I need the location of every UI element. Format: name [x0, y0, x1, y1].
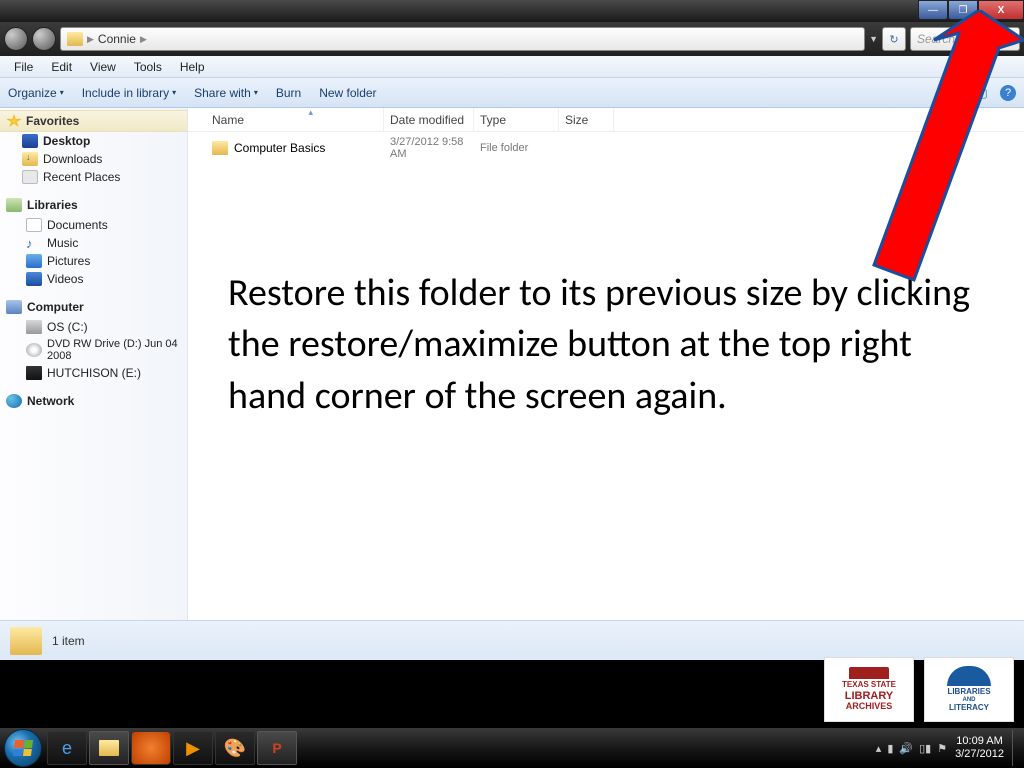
taskbar-powerpoint[interactable]: P: [257, 731, 297, 765]
share-with-button[interactable]: Share with▾: [194, 86, 258, 100]
navigation-pane: Favorites Desktop Downloads Recent Place…: [0, 108, 188, 620]
menu-file[interactable]: File: [6, 58, 41, 76]
file-name: Computer Basics: [234, 141, 325, 155]
libraries-literacy-logo: LIBRARIES AND LITERACY: [924, 657, 1014, 722]
usb-icon: [26, 366, 42, 380]
chevron-right-icon: ▶: [87, 34, 94, 45]
file-row[interactable]: Computer Basics 3/27/2012 9:58 AM File f…: [188, 132, 1024, 164]
minimize-button[interactable]: —: [918, 0, 948, 20]
new-folder-button[interactable]: New folder: [319, 86, 376, 100]
file-type: File folder: [474, 142, 559, 154]
burn-button[interactable]: Burn: [276, 86, 301, 100]
tray-clock[interactable]: 10:09 AM 3/27/2012: [955, 735, 1004, 761]
organize-button[interactable]: Organize▾: [8, 86, 64, 100]
tray-battery-icon[interactable]: ▮: [887, 742, 893, 755]
sidebar-item-hutchison-e[interactable]: HUTCHISON (E:): [0, 364, 187, 382]
sponsor-logos: TEXAS STATE LIBRARY ARCHIVES LIBRARIES A…: [824, 657, 1014, 722]
computer-icon: [6, 300, 22, 314]
taskbar-media-player[interactable]: ▶: [173, 731, 213, 765]
chevron-right-icon: ▶: [140, 34, 147, 45]
disk-icon: [26, 320, 42, 334]
instruction-text: Restore this folder to its previous size…: [228, 268, 984, 422]
search-icon: 🔍: [998, 32, 1013, 46]
pictures-icon: [26, 254, 42, 268]
refresh-button[interactable]: ↻: [882, 27, 906, 51]
document-icon: [26, 218, 42, 232]
close-button[interactable]: X: [978, 0, 1024, 20]
network-icon: [6, 394, 22, 408]
menu-help[interactable]: Help: [172, 58, 213, 76]
tray-flag-icon[interactable]: ⚑: [937, 742, 947, 755]
videos-icon: [26, 272, 42, 286]
sidebar-item-recent-places[interactable]: Recent Places: [0, 168, 187, 186]
taskbar-explorer[interactable]: [89, 731, 129, 765]
recent-icon: [22, 170, 38, 184]
cd-icon: [26, 343, 42, 357]
sidebar-item-dvd-d[interactable]: DVD RW Drive (D:) Jun 04 2008: [0, 336, 187, 364]
show-desktop-button[interactable]: [1012, 730, 1020, 766]
sidebar-item-pictures[interactable]: Pictures: [0, 252, 187, 270]
folder-icon: [212, 141, 228, 155]
taskbar-firefox[interactable]: [131, 731, 171, 765]
main-area: Favorites Desktop Downloads Recent Place…: [0, 108, 1024, 620]
sidebar-libraries-header[interactable]: Libraries: [0, 194, 187, 216]
tray-chevron-up-icon[interactable]: ▴: [876, 742, 882, 755]
column-header-name[interactable]: Name: [206, 108, 384, 131]
taskbar-ie[interactable]: e: [47, 731, 87, 765]
column-header-size[interactable]: Size: [559, 108, 614, 131]
tslac-logo: TEXAS STATE LIBRARY ARCHIVES: [824, 657, 914, 722]
taskbar: e ▶ 🎨 P ▴ ▮ 🔊 ▯▮ ⚑ 10:09 AM 3/27/2012: [0, 728, 1024, 768]
desktop-icon: [22, 134, 38, 148]
menu-tools[interactable]: Tools: [126, 58, 170, 76]
column-header-date[interactable]: Date modified: [384, 108, 474, 131]
status-bar: 1 item: [0, 620, 1024, 660]
search-placeholder: Search: [917, 32, 955, 46]
status-text: 1 item: [52, 634, 85, 648]
command-bar: Organize▾ Include in library▾ Share with…: [0, 78, 1024, 108]
tray-network-icon[interactable]: ▯▮: [919, 742, 931, 755]
sidebar-item-os-c[interactable]: OS (C:): [0, 318, 187, 336]
column-headers: Name Date modified Type Size: [188, 108, 1024, 132]
sidebar-network-header[interactable]: Network: [0, 390, 187, 412]
forward-button[interactable]: [32, 27, 56, 51]
start-button[interactable]: [4, 729, 42, 767]
tray-volume-icon[interactable]: 🔊: [899, 742, 913, 755]
folder-icon: [67, 32, 83, 46]
downloads-icon: [22, 152, 38, 166]
sidebar-computer-header[interactable]: Computer: [0, 296, 187, 318]
menu-edit[interactable]: Edit: [43, 58, 80, 76]
music-icon: [26, 236, 42, 250]
sidebar-item-documents[interactable]: Documents: [0, 216, 187, 234]
restore-maximize-button[interactable]: ❐: [948, 0, 978, 20]
sidebar-item-music[interactable]: Music: [0, 234, 187, 252]
menu-view[interactable]: View: [82, 58, 124, 76]
preview-pane-button[interactable]: ▢: [974, 85, 990, 101]
back-button[interactable]: [4, 27, 28, 51]
sidebar-favorites-header[interactable]: Favorites: [0, 110, 187, 132]
help-button[interactable]: ?: [1000, 85, 1016, 101]
file-list-pane: Name Date modified Type Size Computer Ba…: [188, 108, 1024, 620]
star-icon: [6, 114, 22, 128]
include-in-library-button[interactable]: Include in library▾: [82, 86, 176, 100]
libraries-icon: [6, 198, 22, 212]
dropdown-icon[interactable]: ▼: [869, 34, 878, 44]
address-folder-name: Connie: [98, 32, 136, 46]
system-tray: ▴ ▮ 🔊 ▯▮ ⚑ 10:09 AM 3/27/2012: [876, 730, 1024, 766]
sidebar-item-desktop[interactable]: Desktop: [0, 132, 187, 150]
menu-bar: File Edit View Tools Help: [0, 56, 1024, 78]
taskbar-paint[interactable]: 🎨: [215, 731, 255, 765]
navigation-bar: ▶ Connie ▶ ▼ ↻ Search 🔍: [0, 22, 1024, 56]
view-options-button[interactable]: ▦ ▾: [948, 85, 964, 101]
sidebar-item-videos[interactable]: Videos: [0, 270, 187, 288]
folder-icon: [10, 627, 42, 655]
sidebar-item-downloads[interactable]: Downloads: [0, 150, 187, 168]
title-bar: — ❐ X: [0, 0, 1024, 22]
file-date: 3/27/2012 9:58 AM: [384, 136, 474, 160]
column-header-type[interactable]: Type: [474, 108, 559, 131]
search-input[interactable]: Search 🔍: [910, 27, 1020, 51]
address-bar[interactable]: ▶ Connie ▶: [60, 27, 865, 51]
